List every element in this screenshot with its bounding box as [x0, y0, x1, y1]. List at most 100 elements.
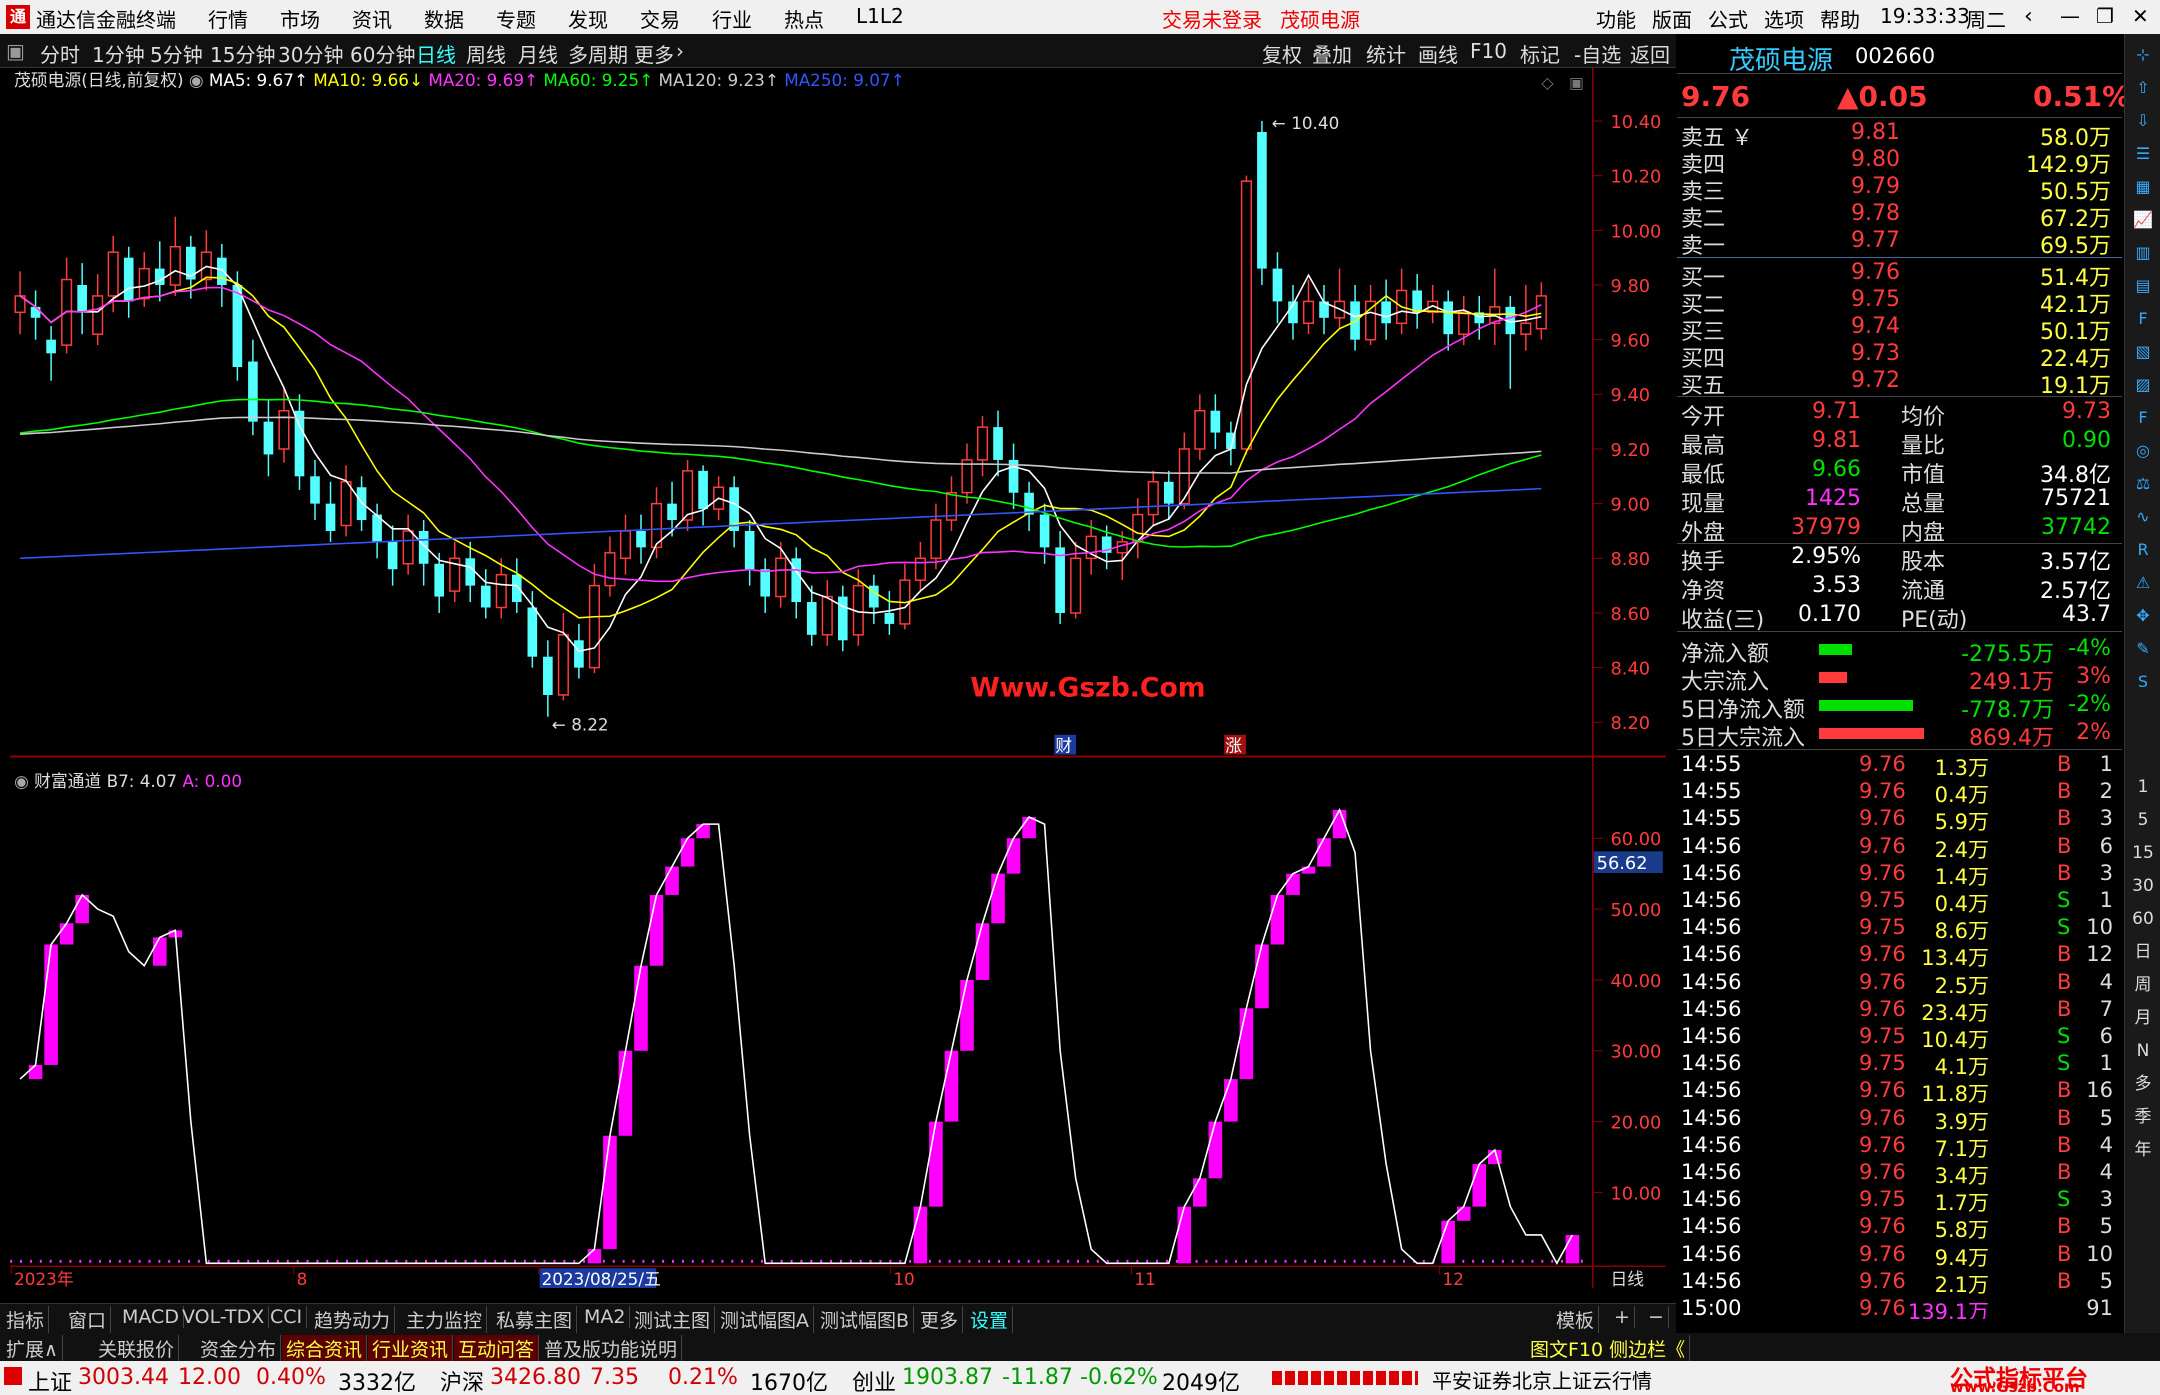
- indicator-tab-5[interactable]: 趋势动力: [310, 1306, 396, 1333]
- sidebar-period-3[interactable]: 30: [2129, 873, 2157, 899]
- indicator-tab-8[interactable]: MA2: [580, 1306, 631, 1328]
- bid-row-4[interactable]: 买五 9.72 19.1万: [1679, 368, 2119, 399]
- menu-9[interactable]: L1L2: [856, 4, 904, 28]
- diamond-icon[interactable]: ◇: [1541, 73, 1554, 92]
- indicator-tab-10[interactable]: 测试幅图A: [716, 1306, 814, 1333]
- period-tab-3[interactable]: 15分钟: [210, 39, 275, 68]
- right-menu-3[interactable]: 选项: [1764, 4, 1804, 33]
- period-tab-1[interactable]: 1分钟: [92, 39, 145, 68]
- sidebar-period-10[interactable]: 季: [2129, 1104, 2157, 1130]
- indicator-tab-6[interactable]: 主力监控: [402, 1306, 488, 1333]
- panel-icon[interactable]: ▣: [1569, 73, 1584, 92]
- chart-area[interactable]: 茂硕电源(日线,前复权) ◉ MA5: 9.67↑ MA10: 9.66↓ MA…: [0, 68, 1676, 1288]
- zoom-in-button[interactable]: +: [1610, 1306, 1635, 1328]
- alert-icon[interactable]: ⚠: [2129, 570, 2157, 596]
- template-tab[interactable]: 模板: [1552, 1306, 1600, 1333]
- rsi-icon[interactable]: R: [2129, 537, 2157, 563]
- indicator-tab-1[interactable]: 窗口: [64, 1306, 112, 1333]
- menu-4[interactable]: 专题: [496, 4, 536, 33]
- calendar-icon[interactable]: ▨: [2129, 372, 2157, 398]
- sidebar-period-2[interactable]: 15: [2129, 840, 2157, 866]
- info-tab-5[interactable]: 互动问答: [454, 1335, 540, 1362]
- ask-row-3[interactable]: 卖二 9.78 67.2万: [1679, 201, 2119, 232]
- right-menu-4[interactable]: 帮助: [1820, 4, 1860, 33]
- minimize-icon[interactable]: —: [2060, 4, 2080, 28]
- right-menu-2[interactable]: 公式: [1708, 4, 1748, 33]
- restore-icon[interactable]: ❐: [2096, 4, 2114, 28]
- ask-row-2[interactable]: 卖三 9.79 50.5万: [1679, 174, 2119, 205]
- index-name[interactable]: 上证: [28, 1365, 72, 1395]
- menu-3[interactable]: 数据: [424, 4, 464, 33]
- tool-0[interactable]: 复权: [1262, 39, 1302, 68]
- sidebar-period-9[interactable]: 多: [2129, 1071, 2157, 1097]
- sidebar-period-4[interactable]: 60: [2129, 906, 2157, 932]
- wave-icon[interactable]: ∿: [2129, 504, 2157, 530]
- tool-1[interactable]: 叠加: [1312, 39, 1352, 68]
- period-tab-10[interactable]: 更多: [634, 39, 674, 68]
- bid-row-2[interactable]: 买三 9.74 50.1万: [1679, 314, 2119, 345]
- menu-2[interactable]: 资讯: [352, 4, 392, 33]
- right-menu-1[interactable]: 版面: [1652, 4, 1692, 33]
- indicator-tab-11[interactable]: 测试幅图B: [816, 1306, 915, 1333]
- menu-5[interactable]: 发现: [568, 4, 608, 33]
- menu-0[interactable]: 行情: [208, 4, 248, 33]
- menu-7[interactable]: 行业: [712, 4, 752, 33]
- period-tab-5[interactable]: 60分钟: [350, 39, 415, 68]
- sidebar-period-8[interactable]: N: [2129, 1038, 2157, 1064]
- move-icon[interactable]: ✥: [2129, 603, 2157, 629]
- fs-icon[interactable]: S: [2129, 669, 2157, 695]
- more-chevron-icon[interactable]: ›: [676, 39, 684, 63]
- indicator-tab-13[interactable]: 设置: [966, 1306, 1014, 1333]
- news-icon[interactable]: ▧: [2129, 339, 2157, 365]
- bid-row-0[interactable]: 买一 9.76 51.4万: [1679, 260, 2119, 291]
- bid-row-1[interactable]: 买二 9.75 42.1万: [1679, 287, 2119, 318]
- sidebar-period-7[interactable]: 月: [2129, 1005, 2157, 1031]
- period-tab-9[interactable]: 多周期: [568, 39, 628, 68]
- x-period-label[interactable]: 日线: [1611, 1269, 1645, 1288]
- panel-toggle-icon[interactable]: ▣: [6, 39, 25, 63]
- list-icon[interactable]: ☰: [2129, 141, 2157, 167]
- chart-icon[interactable]: 📈: [2129, 207, 2157, 233]
- period-tab-7[interactable]: 周线: [466, 39, 506, 68]
- fz-icon[interactable]: F: [2129, 405, 2157, 431]
- info-tab-1[interactable]: 关联报价: [94, 1335, 180, 1362]
- period-tab-6[interactable]: 日线: [416, 39, 456, 68]
- period-tab-2[interactable]: 5分钟: [150, 39, 203, 68]
- menu-6[interactable]: 交易: [640, 4, 680, 33]
- indicator-tab-0[interactable]: 指标: [2, 1306, 50, 1333]
- index-name[interactable]: 沪深: [440, 1365, 484, 1395]
- info-tab-6[interactable]: 普及版功能说明: [540, 1335, 683, 1362]
- indicator-tab-2[interactable]: MACD: [118, 1306, 184, 1328]
- indicator-tab-3[interactable]: VOL-TDX: [178, 1306, 270, 1328]
- info-tab-3[interactable]: 综合资讯: [282, 1335, 368, 1362]
- pen-icon[interactable]: ✎: [2129, 636, 2157, 662]
- info-tab-4[interactable]: 行业资讯: [368, 1335, 454, 1362]
- table-icon[interactable]: ▦: [2129, 174, 2157, 200]
- ask-row-0[interactable]: 卖五 ￥ 9.81 58.0万: [1679, 120, 2119, 151]
- indicator-tab-7[interactable]: 私募主图: [492, 1306, 578, 1333]
- tick-list[interactable]: 14:55 9.76 1.3万 B 1 14:55 9.76 0.4万 B 2 14:55 9.76 5…: [1677, 749, 2122, 1319]
- down-arrow-icon[interactable]: ⇩: [2129, 108, 2157, 134]
- pin-icon[interactable]: ⊹: [2129, 42, 2157, 68]
- indicator-tab-12[interactable]: 更多: [916, 1306, 964, 1333]
- indicator-tab-9[interactable]: 测试主图: [630, 1306, 716, 1333]
- grid-icon[interactable]: ▤: [2129, 273, 2157, 299]
- zoom-out-button[interactable]: −: [1644, 1306, 1669, 1328]
- info-tab-2[interactable]: 资金分布: [196, 1335, 282, 1362]
- tool-7[interactable]: 返回: [1630, 39, 1670, 68]
- sidebar-period-0[interactable]: 1: [2129, 774, 2157, 800]
- circle-icon[interactable]: ◎: [2129, 438, 2157, 464]
- period-tab-0[interactable]: 分时: [40, 39, 80, 68]
- up-arrow-icon[interactable]: ⇧: [2129, 75, 2157, 101]
- tool-6[interactable]: -自选: [1574, 39, 1621, 68]
- tool-2[interactable]: 统计: [1366, 39, 1406, 68]
- f10-icon[interactable]: F: [2129, 306, 2157, 332]
- tool-5[interactable]: 标记: [1520, 39, 1560, 68]
- index-name[interactable]: 创业: [852, 1365, 896, 1395]
- sidebar-period-5[interactable]: 日: [2129, 939, 2157, 965]
- sidebar-period-6[interactable]: 周: [2129, 972, 2157, 998]
- login-status[interactable]: 交易未登录: [1162, 4, 1262, 33]
- indicator-tab-4[interactable]: CCI: [266, 1306, 308, 1328]
- period-tab-8[interactable]: 月线: [518, 39, 558, 68]
- close-icon[interactable]: ✕: [2132, 4, 2149, 28]
